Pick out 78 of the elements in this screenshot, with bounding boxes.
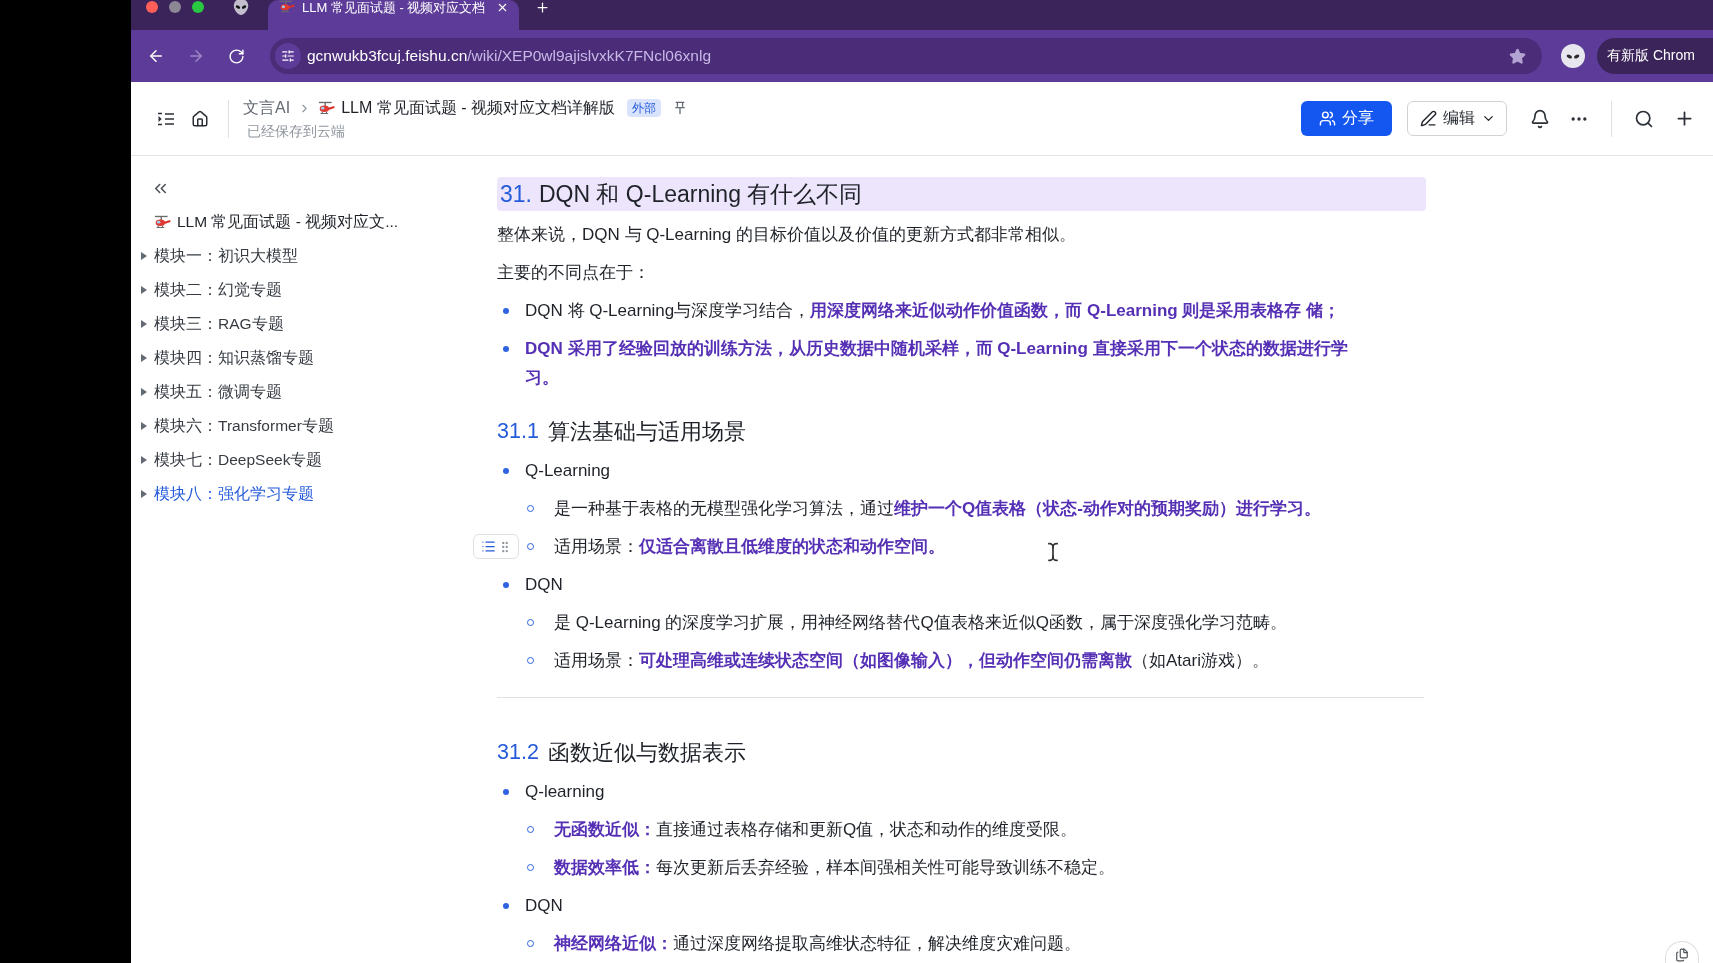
browser-tab[interactable]: LLM 常见面试题 - 视频对应文档 bbox=[268, 0, 520, 30]
forward-arrow-icon[interactable] bbox=[187, 47, 205, 65]
pin-icon[interactable] bbox=[673, 101, 686, 115]
plus-icon[interactable] bbox=[535, 0, 551, 15]
sidebar-root-item[interactable]: LLM 常见面试题 - 视频对应文... bbox=[141, 205, 473, 239]
heading-number: 31. bbox=[500, 180, 532, 208]
url-text[interactable]: gcnwukb3fcuj.feishu.cn/wiki/XEP0wl9ajislvxkK7FNcl06xnlg bbox=[307, 47, 712, 65]
search-icon[interactable] bbox=[1634, 108, 1654, 129]
sidebar-item[interactable]: 模块七：DeepSeek专题 bbox=[141, 443, 473, 477]
users-icon bbox=[1319, 110, 1336, 127]
list-item-text: DQN bbox=[525, 574, 563, 596]
files-icon bbox=[1675, 948, 1689, 962]
list-item-text: 是 Q-Learning 的深度学习扩展，用神经网络替代Q值表格来近似Q函数，属于深度强化学习范畴。 bbox=[554, 612, 1287, 634]
list-item-text: DQN 采用了经验回放的训练方法，从历史数据中随机采样，而 Q-Learning 直接采用下一个状态的数据进行学习。 bbox=[525, 338, 1349, 389]
list-item-text: 适用场景：可处理高维或连续状态空间（如图像输入），但动作空间仍需离散（如Atari游戏）。 bbox=[554, 650, 1269, 672]
bullet-icon bbox=[503, 788, 509, 795]
external-badge: 外部 bbox=[626, 99, 661, 117]
list-indent-icon[interactable] bbox=[157, 110, 175, 127]
list-item-text: 神经网络近似：通过深度网络提取高维状态特征，解决维度灾难问题。 bbox=[554, 933, 1081, 955]
list-icon bbox=[480, 539, 496, 554]
caret-icon[interactable] bbox=[141, 490, 147, 498]
list-item-text: DQN 将 Q-Learning与深度学习结合，用深度网络来近似动作价值函数，而 Q-Learning 则是采用表格存 储； bbox=[525, 300, 1341, 322]
sidebar-item[interactable]: 模块三：RAG专题 bbox=[141, 307, 473, 341]
bullet-icon bbox=[503, 581, 509, 588]
caret-icon[interactable] bbox=[141, 388, 147, 396]
bullet-icon bbox=[503, 467, 509, 474]
home-icon[interactable] bbox=[191, 109, 209, 128]
helicopter-icon bbox=[279, 0, 295, 13]
list-item-text: DQN bbox=[525, 895, 563, 917]
document-title[interactable]: LLM 常见面试题 - 视频对应文档详解版 bbox=[341, 97, 615, 119]
list-item-text: 数据效率低：每次更新后丢弃经验，样本间强相关性可能导致训练不稳定。 bbox=[554, 857, 1115, 879]
window-minimize-button[interactable] bbox=[169, 1, 181, 13]
window-zoom-button[interactable] bbox=[192, 1, 204, 13]
bullet-icon bbox=[503, 902, 509, 909]
floating-button[interactable] bbox=[1665, 941, 1699, 963]
reload-icon[interactable] bbox=[228, 47, 245, 65]
list-item-text: Q-Learning bbox=[525, 460, 611, 482]
address-bar[interactable]: gcnwukb3fcuj.feishu.cn/wiki/XEP0wl9ajislvxkK7FNcl06xnlg bbox=[270, 38, 1542, 74]
sidebar-item[interactable]: 模块二：幻觉专题 bbox=[141, 273, 473, 307]
sidebar-item[interactable]: 模块四：知识蒸馏专题 bbox=[141, 341, 473, 375]
bullet-icon bbox=[503, 307, 509, 314]
caret-icon[interactable] bbox=[141, 422, 147, 430]
caret-icon[interactable] bbox=[141, 320, 147, 328]
window-close-button[interactable] bbox=[146, 1, 158, 13]
sidebar-item[interactable]: 模块一：初识大模型 bbox=[141, 239, 473, 273]
list-item-text: 适用场景：仅适合离散且低维度的状态和动作空间。 bbox=[554, 536, 945, 558]
paragraph: 整体来说，DQN 与 Q-Learning 的目标价值以及价值的更新方式都非常相似。 bbox=[497, 224, 1077, 246]
heading-title: 算法基础与适用场景 bbox=[547, 418, 746, 446]
list-item-text: 是一种基于表格的无模型强化学习算法，通过维护一个Q值表格（状态-动作对的预期奖励）进行学习。 bbox=[554, 498, 1321, 520]
bell-icon[interactable] bbox=[1530, 108, 1550, 129]
caret-icon[interactable] bbox=[141, 354, 147, 362]
heading-title: 函数近似与数据表示 bbox=[547, 739, 746, 767]
block-handle[interactable] bbox=[473, 534, 519, 559]
sliders-icon[interactable] bbox=[275, 43, 301, 69]
save-status: 已经保存到云端 bbox=[246, 123, 345, 141]
paragraph: 主要的不同点在于： bbox=[497, 262, 651, 284]
list-item-text: Q-learning bbox=[525, 781, 605, 803]
alien-icon[interactable] bbox=[232, 0, 250, 16]
caret-icon[interactable] bbox=[141, 456, 147, 464]
share-button[interactable]: 分享 bbox=[1301, 101, 1392, 136]
list-item-text: 无函数近似：直接通过表格存储和更新Q值，状态和动作的维度受限。 bbox=[554, 819, 1078, 841]
caret-icon[interactable] bbox=[141, 252, 147, 260]
sidebar-item[interactable]: 模块六：Transformer专题 bbox=[141, 409, 473, 443]
star-icon[interactable] bbox=[1509, 47, 1526, 65]
heading-number: 31.2 bbox=[497, 739, 539, 765]
avatar-icon[interactable] bbox=[1561, 44, 1585, 68]
heading-title: DQN 和 Q-Learning 有什么不同 bbox=[539, 179, 863, 209]
edit-button[interactable]: 编辑 bbox=[1407, 101, 1507, 136]
update-chrome-button[interactable]: 有新版 Chrom bbox=[1597, 38, 1713, 74]
breadcrumb-link[interactable]: 文言AI bbox=[243, 97, 291, 119]
bullet-icon bbox=[503, 345, 509, 352]
caret-icon[interactable] bbox=[141, 286, 147, 294]
helicopter-icon bbox=[318, 101, 336, 115]
pen-icon bbox=[1420, 110, 1437, 127]
sidebar-item[interactable]: 模块五：微调专题 bbox=[141, 375, 473, 409]
helicopter-icon bbox=[154, 215, 171, 229]
heading-number: 31.1 bbox=[497, 418, 539, 444]
sidebar-item[interactable]: 模块八：强化学习专题 bbox=[141, 477, 473, 511]
